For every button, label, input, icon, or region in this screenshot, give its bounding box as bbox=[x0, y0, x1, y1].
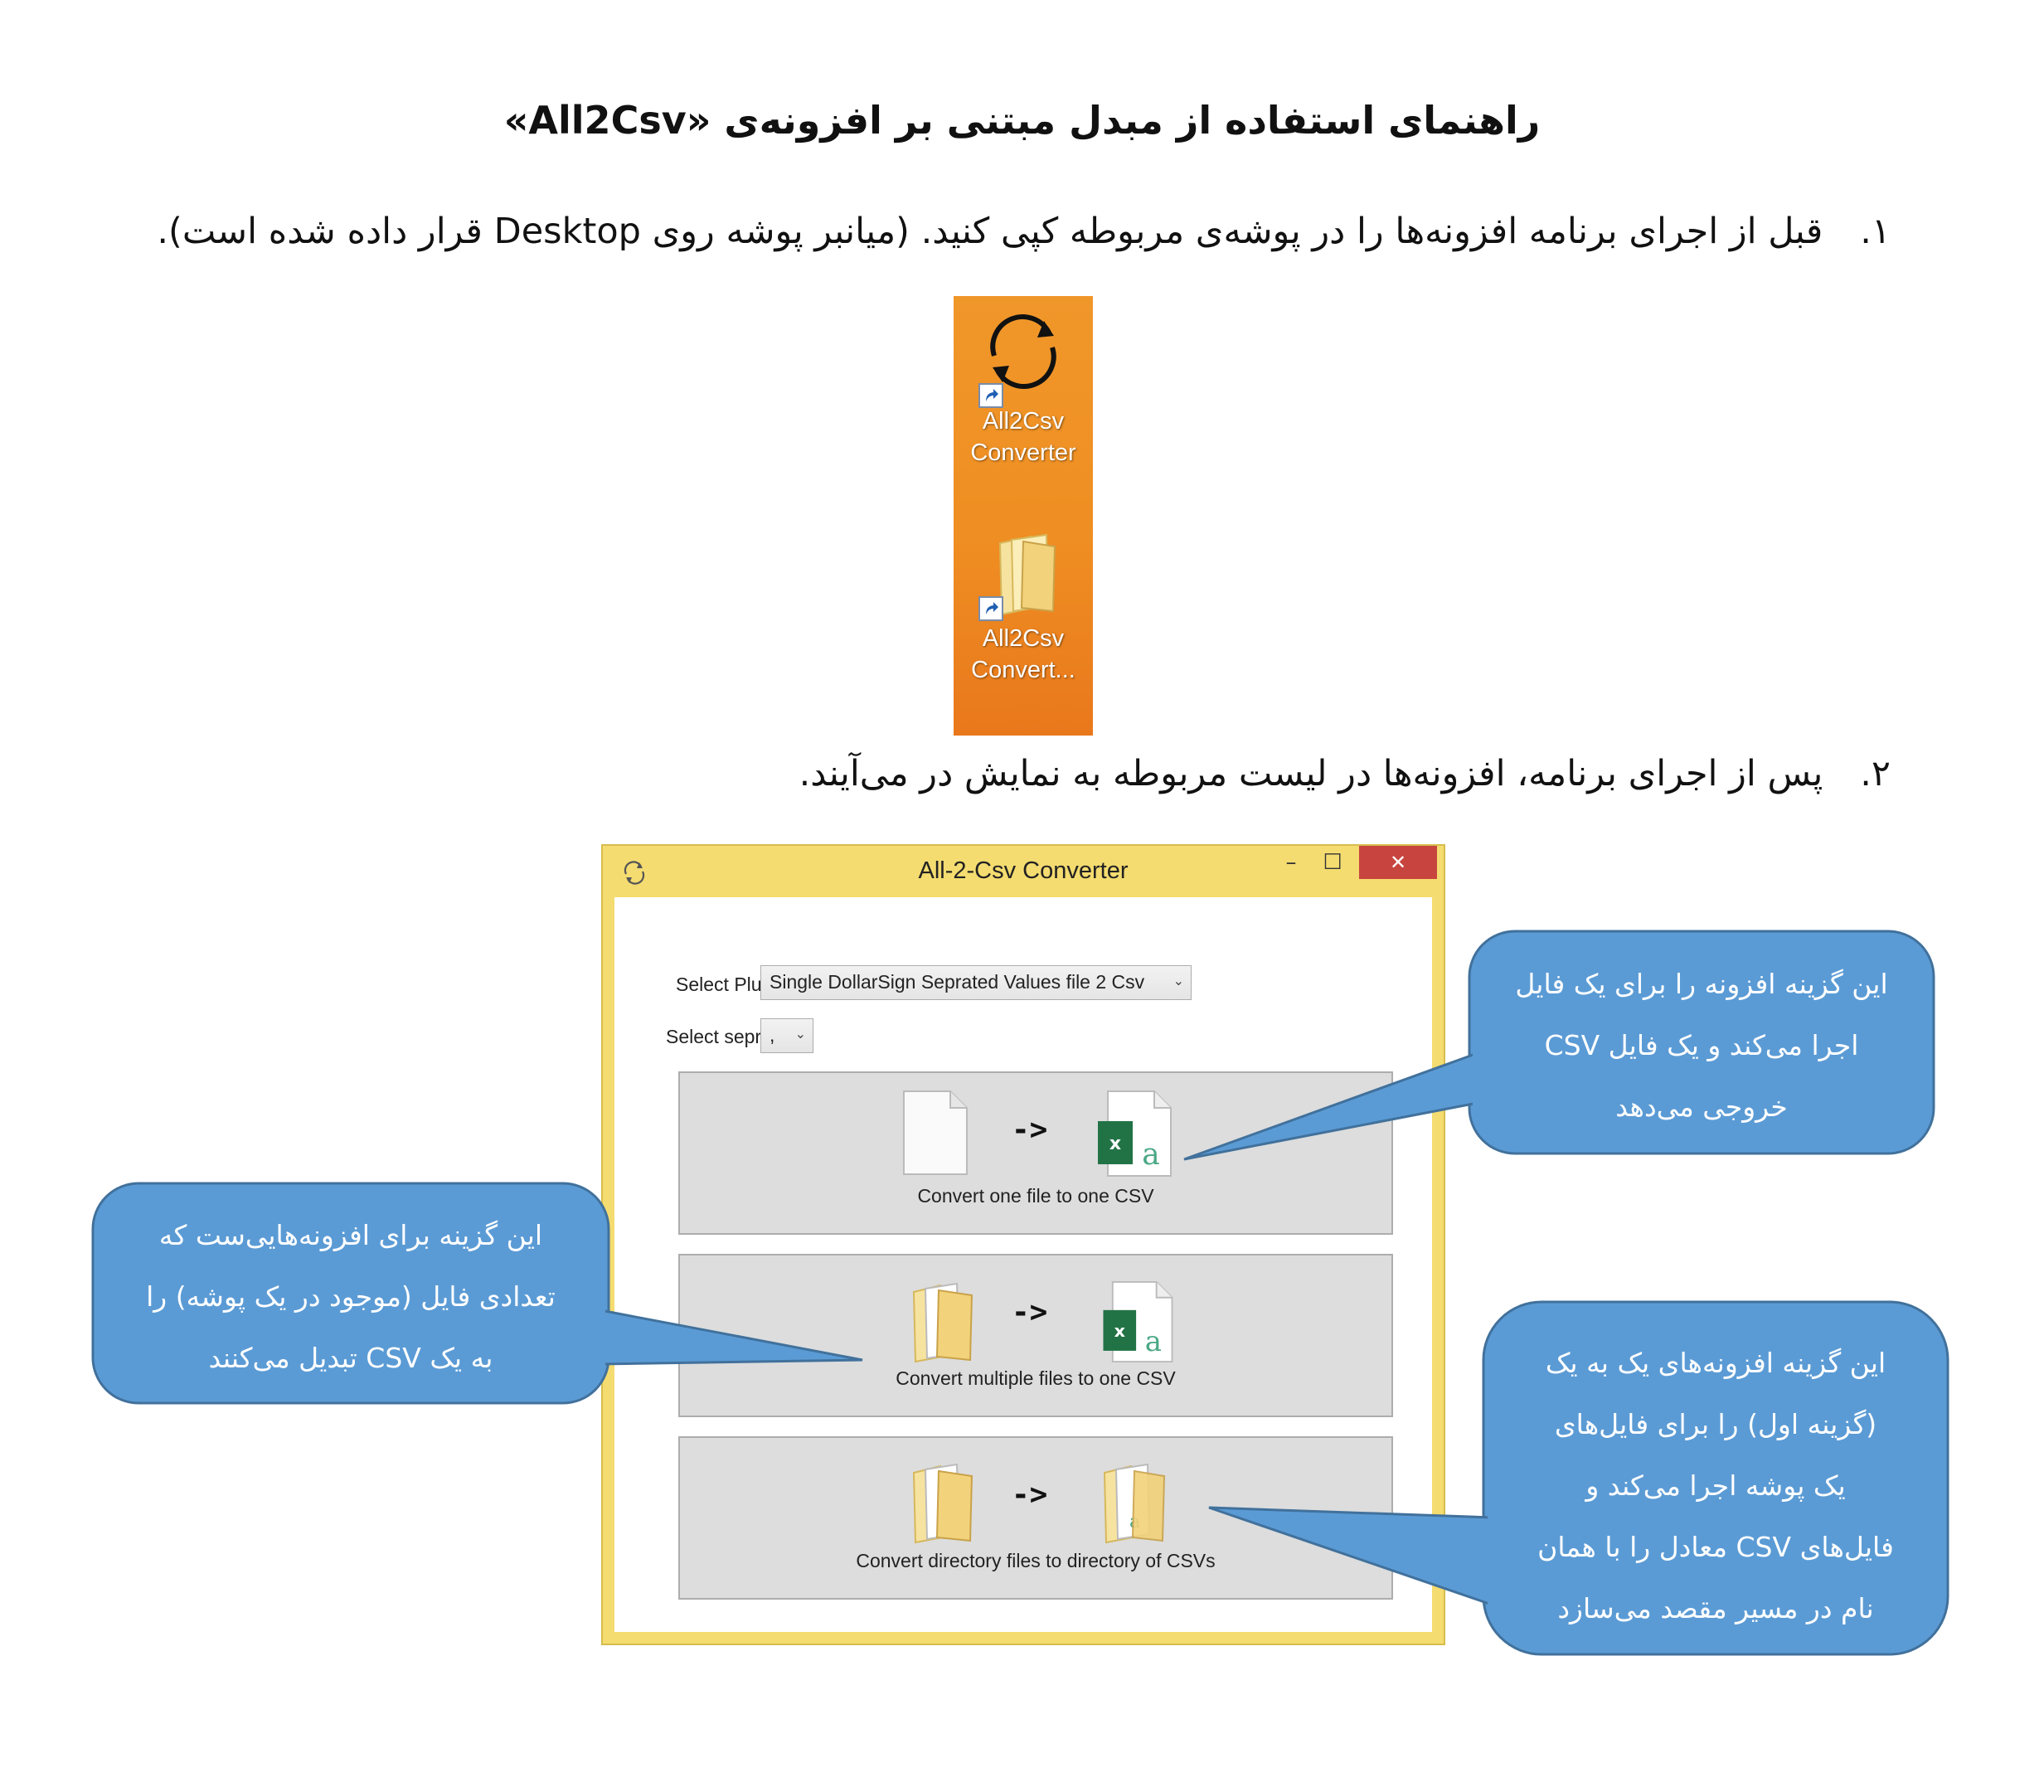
callout-directory-line-3: یک پوشه اجرا می‌کند و bbox=[1585, 1469, 1846, 1502]
callout-one-file-line-2: اجرا می‌کند و یک فایل CSV bbox=[1544, 1029, 1859, 1061]
callout-one-file-line-1: این گزینه افزونه را برای یک فایل bbox=[1515, 968, 1888, 1000]
callout-multiple-files-line-1: این گزینه برای افزونه‌هایی‌ست که bbox=[158, 1219, 543, 1251]
callout-multiple-files-line-3: به یک CSV تبدیل می‌کنند bbox=[208, 1342, 493, 1374]
callout-multiple-files-line-2: تعدادی فایل (موجود در یک پوشه) را bbox=[146, 1280, 556, 1313]
callout-directory: این گزینه افزونه‌های یک به یک (گزینه اول… bbox=[1483, 1333, 1948, 1639]
callout-directory-line-2: (گزینه اول) را برای فایل‌های bbox=[1554, 1408, 1877, 1440]
callout-one-file: این گزینه افزونه را برای یک فایل اجرا می… bbox=[1469, 954, 1934, 1138]
callout-one-file-line-3: خروجی می‌دهد bbox=[1615, 1090, 1788, 1123]
callout-directory-line-5: نام در مسیر مقصد می‌سازد bbox=[1557, 1592, 1874, 1624]
callout-multiple-files: این گزینه برای افزونه‌هایی‌ست که تعدادی … bbox=[93, 1205, 609, 1389]
callout-directory-line-1: این گزینه افزونه‌های یک به یک bbox=[1545, 1347, 1886, 1379]
callout-directory-line-4: فایل‌های CSV معادل را با همان bbox=[1537, 1531, 1894, 1563]
